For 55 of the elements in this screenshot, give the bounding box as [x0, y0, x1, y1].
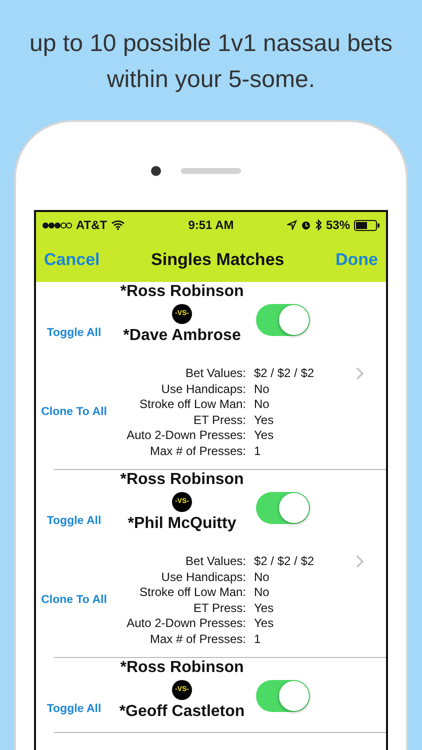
detail-label: Auto 2-Down Presses:	[126, 428, 247, 444]
detail-label: ET Press:	[192, 412, 247, 428]
player-name: *Ross Robinson	[119, 470, 245, 490]
player-name: *Ross Robinson	[119, 658, 245, 678]
player-name: *Phil McQuitty	[126, 514, 238, 534]
detail-value: 1	[254, 632, 262, 647]
detail-value: No	[254, 397, 270, 412]
detail-label: Bet Values:	[184, 366, 247, 382]
status-time: 9:51 AM	[188, 217, 234, 234]
toggle-all-link[interactable]: Toggle All	[46, 700, 102, 718]
detail-value: 1	[254, 444, 262, 459]
detail-value: Yes	[254, 616, 275, 632]
toggle-switch[interactable]	[256, 680, 310, 712]
carrier-name: AT&T	[76, 217, 108, 234]
toggle-switch[interactable]	[256, 304, 310, 336]
done-button[interactable]: Done	[336, 247, 378, 273]
detail-label: ET Press:	[192, 600, 247, 616]
cancel-button[interactable]: Cancel	[44, 247, 100, 273]
chevron-right-icon[interactable]	[356, 555, 364, 568]
battery-icon	[354, 220, 380, 230]
detail-value: $2 / $2 / $2	[254, 554, 316, 570]
detail-value: $2 / $2 / $2	[254, 366, 316, 382]
camera-icon	[151, 166, 161, 176]
clone-to-all-link[interactable]: Clone To All	[41, 404, 107, 420]
location-arrow-icon	[286, 220, 297, 230]
battery-percent: 53%	[326, 217, 350, 234]
screen-title: Singles Matches	[151, 249, 284, 272]
detail-label: Stroke off Low Man:	[138, 397, 247, 412]
signal-icon	[42, 222, 72, 228]
player-name: *Dave Ambrose	[122, 326, 242, 346]
wifi-icon	[111, 220, 126, 230]
detail-label: Max # of Presses:	[148, 632, 247, 647]
speaker-icon	[181, 168, 241, 174]
detail-value: No	[254, 570, 270, 585]
headline: up to 10 possible 1v1 nassau bets within your 5-some.	[28, 29, 394, 95]
detail-value: Yes	[254, 412, 275, 428]
toggle-switch[interactable]	[256, 492, 310, 524]
detail-label: Use Handicaps:	[160, 570, 247, 585]
detail-label: Stroke off Low Man:	[138, 585, 247, 600]
toggle-all-link[interactable]: Toggle All	[46, 512, 102, 530]
player-name: *Ross Robinson	[119, 282, 245, 302]
clone-to-all-link[interactable]: Clone To All	[41, 592, 107, 608]
detail-label: Bet Values:	[184, 554, 247, 570]
detail-label: Auto 2-Down Presses:	[126, 616, 247, 632]
detail-value: No	[254, 382, 270, 397]
detail-value: Yes	[254, 600, 275, 616]
detail-label: Max # of Presses:	[148, 444, 247, 459]
alarm-clock-icon	[300, 220, 311, 230]
toggle-all-link[interactable]: Toggle All	[46, 324, 102, 342]
player-name: *Geoff Castleton	[118, 702, 246, 722]
chevron-right-icon[interactable]	[356, 367, 364, 380]
bluetooth-icon	[314, 219, 322, 231]
detail-label: Use Handicaps:	[160, 382, 247, 397]
detail-value: Yes	[254, 428, 275, 444]
detail-value: No	[254, 585, 270, 600]
